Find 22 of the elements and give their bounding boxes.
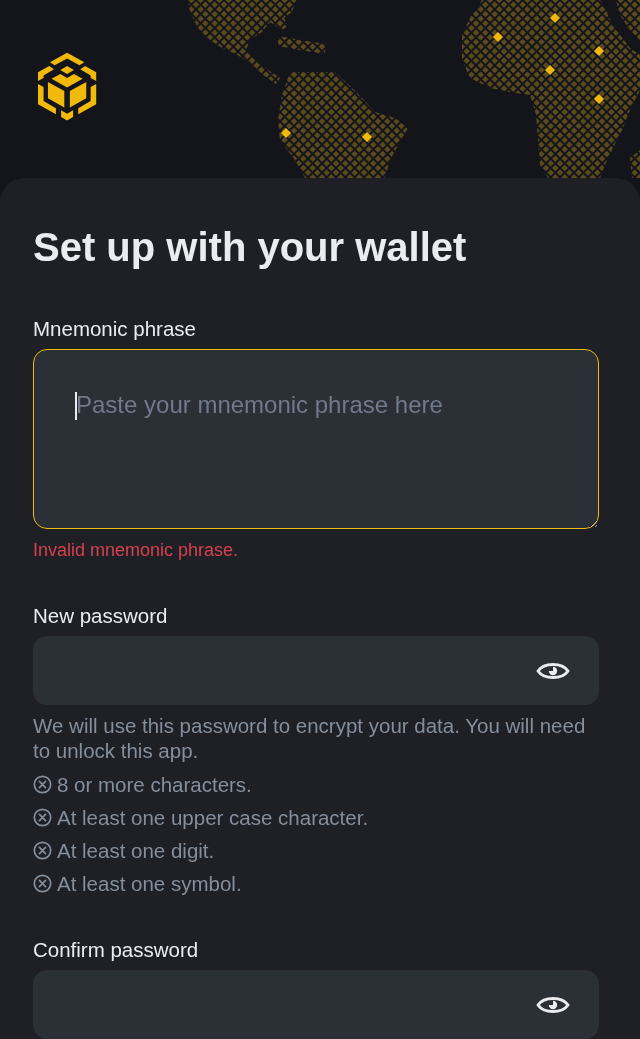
field-label: New password — [33, 604, 168, 628]
map-marker-icon — [593, 93, 605, 105]
password-field[interactable] — [33, 636, 599, 705]
requirement-text: 8 or more characters. — [57, 772, 252, 797]
map-marker-icon — [544, 64, 556, 76]
map-marker-icon — [549, 12, 561, 24]
field-label: Confirm password — [33, 938, 199, 962]
password-field[interactable] — [33, 970, 599, 1039]
cube-logo-icon — [37, 52, 98, 121]
requirement-text: At least one symbol. — [57, 871, 242, 896]
field-label: Mnemonic phrase — [33, 317, 196, 341]
text-cursor-icon — [75, 392, 77, 420]
map-marker-icon — [492, 31, 504, 43]
map-marker-icon — [361, 131, 373, 143]
requirement-text: At least one digit. — [57, 838, 215, 863]
map-marker-icon — [593, 45, 605, 57]
requirement-text: At least one upper case character. — [57, 805, 369, 830]
mnemonic-phrase-field[interactable]: Paste your mnemonic phrase here — [33, 349, 599, 529]
error-message: Invalid mnemonic phrase. — [33, 540, 239, 560]
password-hint: We will use this password to encrypt your data. You will need to unlock this app. — [33, 713, 587, 763]
page-title: Set up with your wallet — [33, 224, 467, 270]
map-marker-icon — [280, 127, 292, 139]
